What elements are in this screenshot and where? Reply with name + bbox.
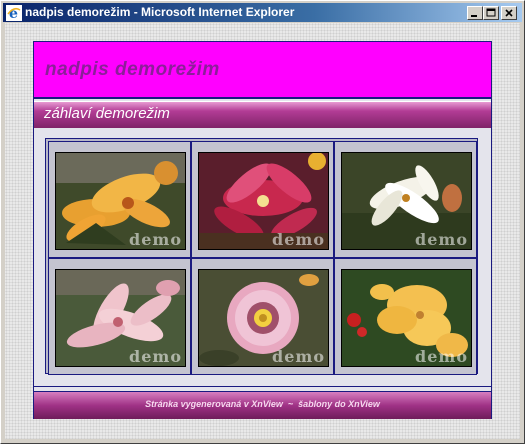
demo-watermark: demo bbox=[415, 347, 468, 366]
gallery-cell: demo bbox=[191, 141, 334, 258]
minimize-icon bbox=[471, 15, 477, 17]
gallery-page: nadpis demorežim záhlaví demorežim demo … bbox=[33, 41, 492, 419]
demo-watermark: demo bbox=[272, 347, 325, 366]
maximize-icon bbox=[486, 8, 496, 17]
maximize-button[interactable] bbox=[483, 6, 499, 20]
banner-title: nadpis demorežim bbox=[45, 59, 220, 80]
ie-logo-icon: e bbox=[6, 5, 22, 21]
demo-watermark: demo bbox=[415, 230, 468, 249]
yellow-daylily-thumbnail[interactable]: demo bbox=[341, 269, 472, 367]
browser-window: e nadpis demorežim - Microsoft Internet … bbox=[0, 0, 525, 444]
gallery-cell: demo bbox=[334, 258, 477, 375]
demo-watermark: demo bbox=[129, 347, 182, 366]
browser-content-area[interactable]: nadpis demorežim záhlaví demorežim demo … bbox=[5, 23, 520, 439]
gazania-thumbnail[interactable]: demo bbox=[198, 269, 329, 367]
demo-watermark: demo bbox=[272, 230, 325, 249]
gallery-cell: demo bbox=[191, 258, 334, 375]
subheader-text: záhlaví demorežim bbox=[44, 105, 170, 122]
page-banner: nadpis demorežim bbox=[34, 42, 491, 99]
gallery-cell: demo bbox=[48, 258, 191, 375]
minimize-button[interactable] bbox=[467, 6, 483, 20]
window-title: nadpis demorežim - Microsoft Internet Ex… bbox=[25, 5, 295, 19]
close-button[interactable] bbox=[501, 6, 517, 20]
demo-watermark: demo bbox=[129, 230, 182, 249]
footer-text: Stránka vygenerovaná v XnView ~ šablony … bbox=[145, 399, 380, 409]
pink-lily-thumbnail[interactable]: demo bbox=[55, 269, 186, 367]
gallery-cell: demo bbox=[48, 141, 191, 258]
orange-lily-thumbnail[interactable]: demo bbox=[55, 152, 186, 250]
thumbnail-gallery: demo demo demo demo demo demo bbox=[45, 138, 478, 375]
page-subheader: záhlaví demorežim bbox=[34, 101, 491, 128]
gallery-cell: demo bbox=[334, 141, 477, 258]
white-lily-thumbnail[interactable]: demo bbox=[341, 152, 472, 250]
page-footer: Stránka vygenerovaná v XnView ~ šablony … bbox=[34, 391, 491, 419]
title-bar[interactable]: e nadpis demorežim - Microsoft Internet … bbox=[3, 3, 522, 22]
close-icon bbox=[505, 9, 513, 17]
red-lily-thumbnail[interactable]: demo bbox=[198, 152, 329, 250]
